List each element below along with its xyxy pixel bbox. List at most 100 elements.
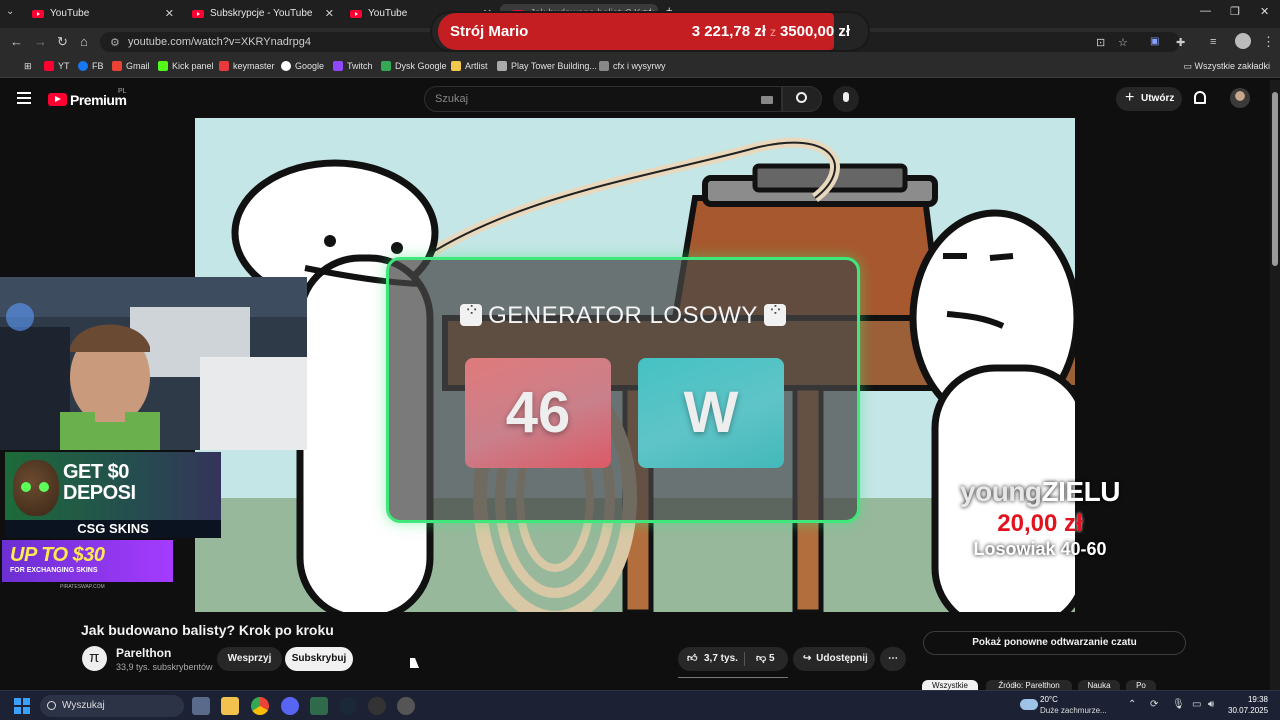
like-count: 3,7 tys. — [704, 653, 738, 664]
bookmark-label: YT — [58, 61, 70, 71]
subscribe-button[interactable]: Subskrybuj — [285, 647, 353, 671]
obs-icon[interactable] — [368, 697, 386, 715]
all-bookmarks-link[interactable]: ▭ Wszystkie zakładki — [1183, 61, 1270, 72]
discord-icon[interactable] — [281, 697, 299, 715]
close-window-icon[interactable]: ✕ — [1260, 5, 1269, 18]
media-control-icon[interactable]: ≡ — [1210, 36, 1216, 48]
sync-icon[interactable]: ⟳ — [1150, 699, 1158, 710]
tab-subscriptions[interactable]: Subskrypcje - YouTube ✕ — [180, 4, 340, 24]
app-icon[interactable] — [397, 697, 415, 715]
bookmark-artlist[interactable]: Artlist — [451, 61, 488, 71]
pirateswap-ad-banner[interactable]: UP TO $30 FOR EXCHANGING SKINS — [2, 540, 173, 582]
bookmark-drive[interactable]: Dysk Google — [381, 61, 447, 71]
scrollbar-thumb[interactable] — [1272, 92, 1278, 266]
install-app-icon[interactable]: ⊡ — [1096, 36, 1105, 49]
voice-search-button[interactable] — [833, 86, 859, 112]
reload-icon[interactable]: ↻ — [57, 34, 68, 50]
bookmark-star-icon[interactable]: ☆ — [1118, 36, 1128, 49]
search-input[interactable]: Szukaj — [424, 86, 782, 112]
share-button[interactable]: ↪ Udostępnij — [793, 647, 875, 671]
close-tab-icon[interactable]: ✕ — [165, 4, 174, 24]
support-button[interactable]: Wesprzyj — [217, 647, 282, 671]
bookmark-gmail[interactable]: Gmail — [112, 61, 150, 71]
csgoskins-ad-banner[interactable]: GET $0 DEPOSI CSG SKINS — [5, 452, 221, 538]
windows-start-icon[interactable] — [14, 698, 30, 714]
donor-name: youngZIELU — [940, 476, 1140, 508]
account-avatar[interactable] — [1230, 88, 1250, 108]
donor-amount: 20,00 zł — [997, 510, 1083, 537]
generator-title-text: GENERATOR LOSOWY — [488, 302, 758, 329]
bookmark-label: FB — [92, 61, 104, 71]
minimize-icon[interactable]: — — [1200, 5, 1211, 17]
cloud-icon — [1020, 699, 1038, 710]
steam-icon[interactable] — [339, 697, 357, 715]
profile-avatar-icon[interactable] — [1235, 33, 1251, 49]
bookmark-label: Kick panel — [172, 61, 214, 71]
page-scrollbar[interactable] — [1270, 80, 1280, 690]
donation-goal-bar: Strój Mario 3 221,78 zł z 3500,00 zł — [432, 13, 868, 50]
excel-icon[interactable] — [310, 697, 328, 715]
generator-letter-slot: W — [638, 358, 784, 468]
bookmark-twitch[interactable]: Twitch — [333, 61, 373, 71]
logo-region: PL — [118, 88, 127, 95]
like-dislike-group[interactable]: 👍︎ 3,7 tys. 👎︎ 5 — [678, 647, 788, 671]
bookmark-label: Google — [295, 61, 325, 71]
bookmark-label: keymaster — [233, 61, 275, 71]
hamburger-menu-icon[interactable] — [17, 92, 31, 104]
bookmark-google[interactable]: Google — [281, 61, 324, 71]
youtube-favicon-icon — [32, 10, 44, 18]
bookmark-keymaster[interactable]: keymaster — [219, 61, 275, 71]
notifications-bell-icon[interactable] — [1194, 91, 1206, 104]
ad2-subline: FOR EXCHANGING SKINS — [10, 567, 98, 574]
search-button[interactable] — [782, 86, 822, 112]
donor-name-part: ZIELU — [1041, 476, 1121, 507]
close-tab-icon[interactable]: ✕ — [325, 4, 334, 24]
home-icon[interactable]: ⌂ — [80, 34, 88, 49]
more-actions-icon[interactable]: ⋯ — [880, 647, 906, 671]
tab-search-icon[interactable]: ⌄ — [6, 6, 14, 17]
keyboard-icon[interactable] — [761, 96, 773, 104]
taskbar-search[interactable]: Wyszukaj — [40, 695, 184, 717]
tray-expand-icon[interactable]: ⌃ — [1128, 699, 1136, 710]
weather-widget[interactable]: 20°C Duże zachmurze... — [1020, 693, 1120, 719]
volume-icon[interactable]: 🔊︎ — [1208, 699, 1214, 710]
create-label: Utwórz — [1141, 93, 1175, 104]
donation-separator: z — [769, 25, 776, 39]
bookmark-yt[interactable]: YT — [44, 61, 70, 71]
forward-icon[interactable]: → — [34, 34, 47, 49]
divider — [744, 652, 745, 666]
bookmark-cfx[interactable]: cfx i wysyrwy — [599, 61, 666, 71]
extensions-puzzle-icon[interactable]: ✚ — [1176, 36, 1185, 49]
taskbar-clock[interactable]: 19:38 30.07.2025 — [1228, 694, 1268, 716]
clock-time: 19:38 — [1247, 695, 1268, 704]
bookmark-label: Dysk Google — [395, 61, 447, 71]
thumbs-up-icon[interactable]: 👍︎ — [687, 647, 697, 671]
apps-grid-icon[interactable]: ⊞ — [10, 61, 32, 72]
mouse-cursor-icon — [410, 658, 419, 668]
site-info-icon[interactable]: ⚙ — [110, 36, 120, 49]
extension-icon[interactable]: ▣ — [1150, 36, 1159, 47]
taskbar-search-label: Wyszukaj — [62, 700, 105, 711]
channel-avatar[interactable] — [82, 646, 107, 671]
generator-title: GENERATOR LOSOWY — [389, 300, 857, 330]
maximize-icon[interactable]: ❐ — [1230, 5, 1240, 18]
browser-menu-icon[interactable]: ⋮ — [1262, 34, 1275, 50]
chrome-icon[interactable] — [251, 697, 269, 715]
share-icon: ↪ — [803, 653, 812, 664]
bookmark-label: Twitch — [347, 61, 373, 71]
bookmark-kick-panel[interactable]: Kick panel — [158, 61, 214, 71]
file-explorer-icon[interactable] — [221, 697, 239, 715]
network-icon[interactable]: ▭ — [1192, 699, 1201, 710]
tab-youtube-1[interactable]: YouTube ✕ — [20, 4, 180, 24]
chat-replay-button[interactable]: Pokaż ponowne odtwarzanie czatu — [923, 631, 1186, 655]
dislike-button[interactable]: 👎︎ 5 — [756, 647, 775, 671]
ad1-brand: CSG SKINS — [5, 520, 221, 538]
task-view-icon[interactable] — [192, 697, 210, 715]
bookmark-play-tower[interactable]: Play Tower Building... — [497, 61, 597, 71]
create-button[interactable]: Utwórz — [1116, 86, 1182, 111]
microphone-tray-icon[interactable]: 🎙︎ — [1172, 699, 1185, 710]
channel-name[interactable]: Parelthon — [116, 646, 171, 660]
back-icon[interactable]: ← — [10, 34, 23, 49]
bookmark-fb[interactable]: FB — [78, 61, 104, 71]
youtube-play-icon — [48, 93, 67, 106]
